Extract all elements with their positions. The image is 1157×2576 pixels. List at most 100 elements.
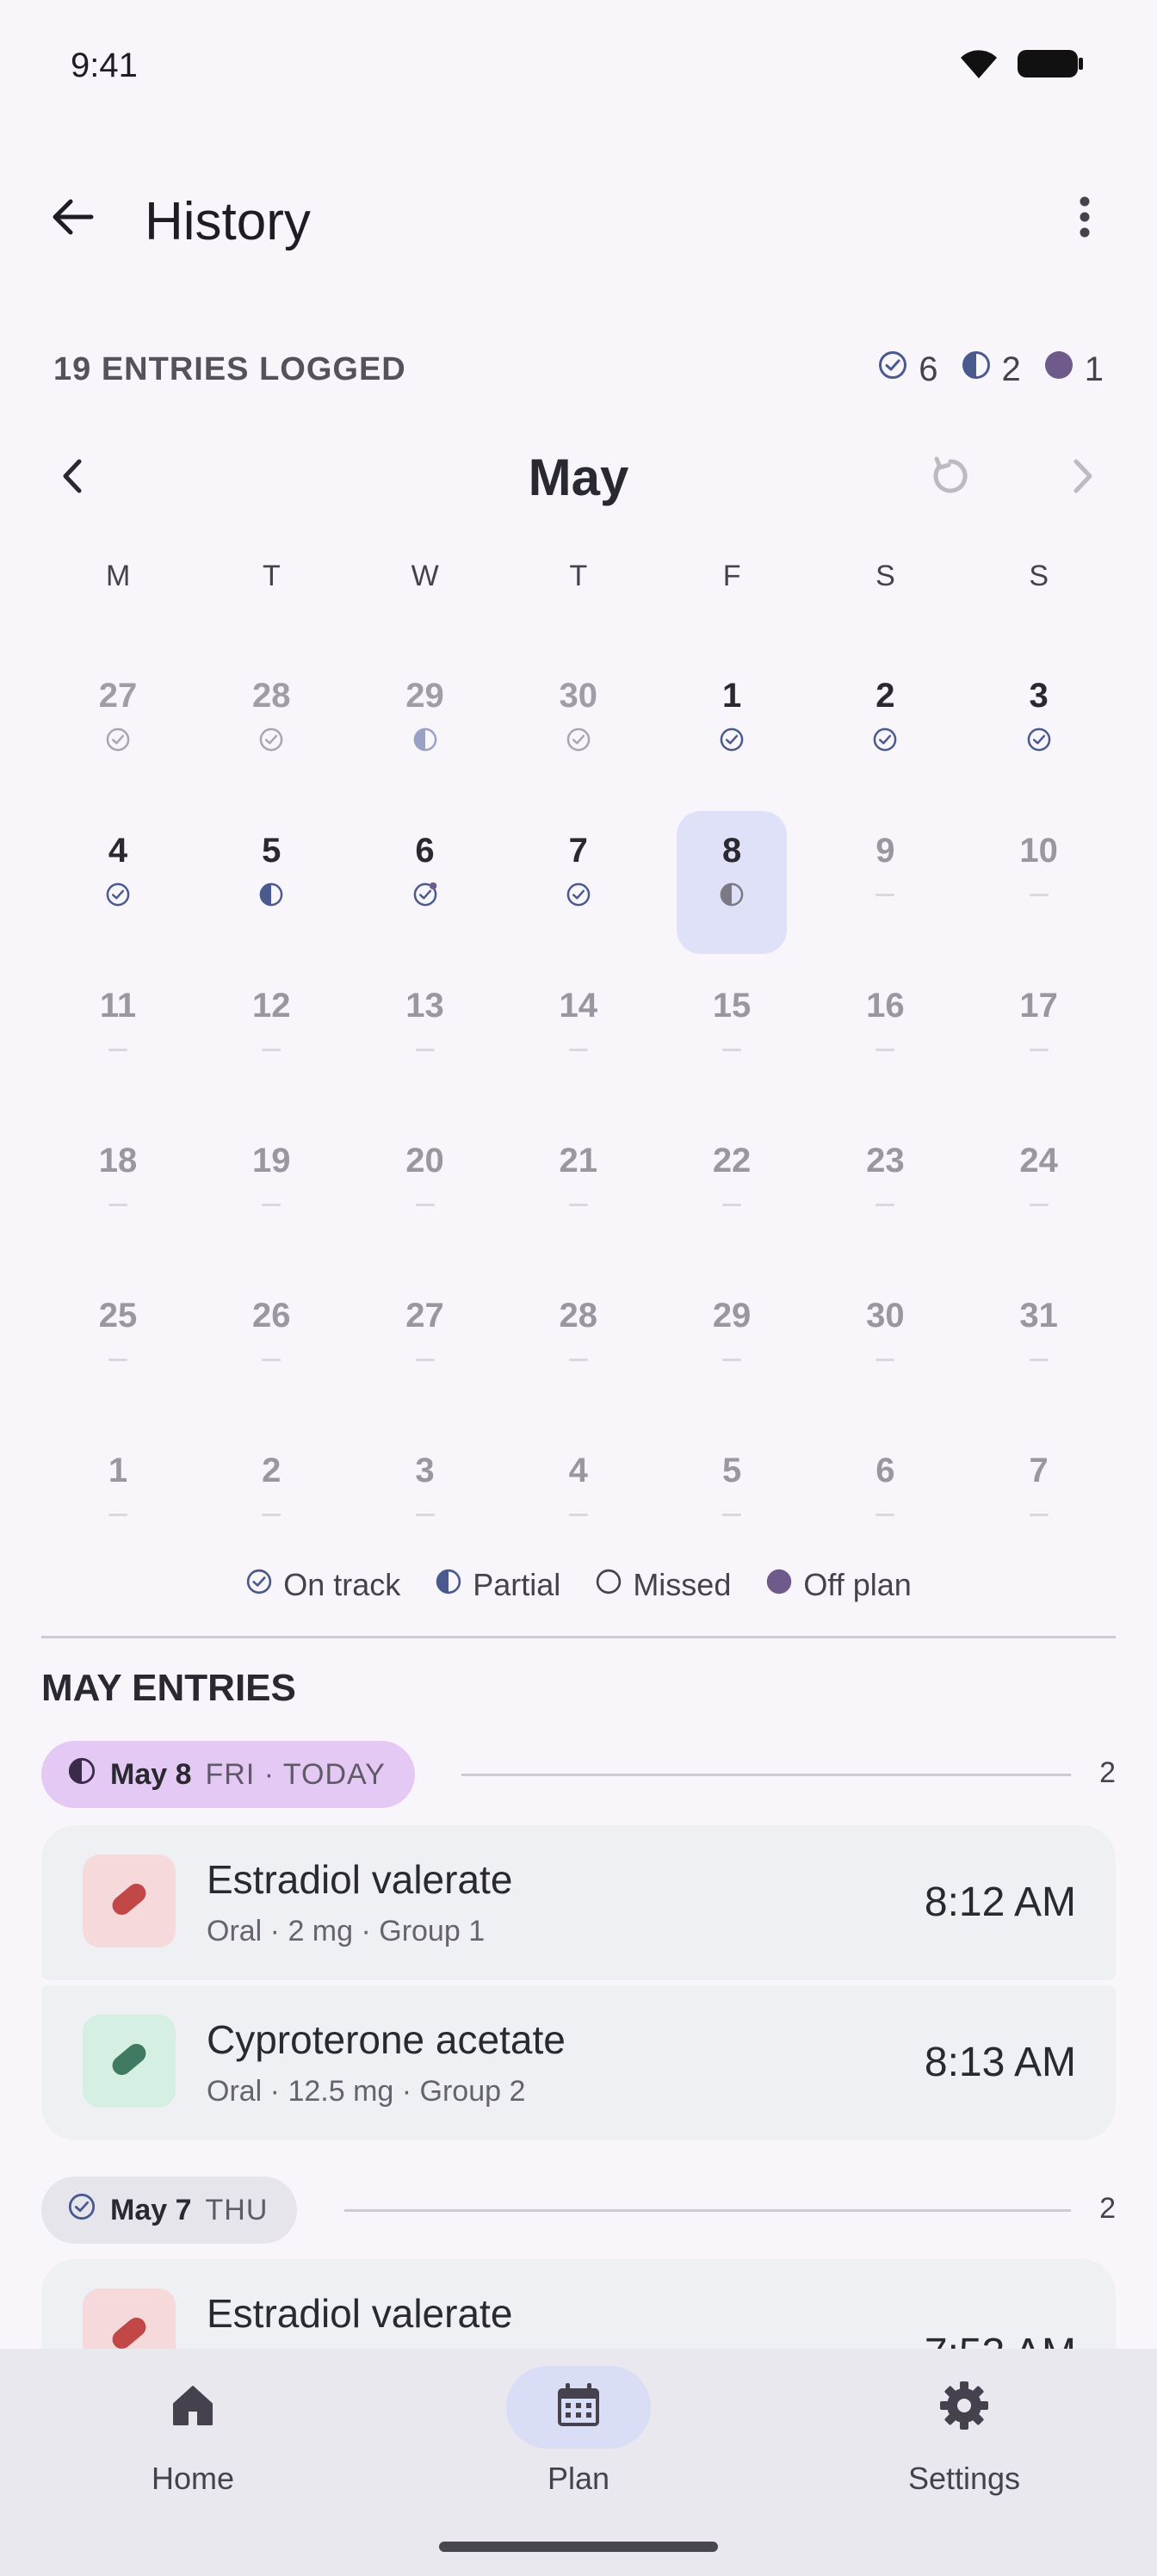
calendar-day[interactable]: 28 [502,1276,655,1431]
no-entry-dash [568,1500,588,1529]
dash [415,1203,435,1206]
calendar-day[interactable]: 7 [502,811,655,966]
no-entry-dash [1029,1345,1049,1374]
filled-circle-icon [1043,350,1074,389]
medication-detail: Oral · 12.5 mg · Group 2 [207,2075,526,2108]
calendar-day[interactable]: 15 [655,966,808,1121]
calendar-day-cell: 5 [677,1431,787,1574]
calendar-day[interactable]: 1 [655,656,808,811]
calendar-day[interactable]: 30 [808,1276,962,1431]
calendar-day[interactable]: 12 [195,966,348,1121]
weekday-label: S [1029,560,1049,592]
day-number: 15 [712,987,752,1025]
calendar-day-today: 8 [677,811,788,954]
calendar-day[interactable]: 27 [41,656,195,811]
calendar-day[interactable]: 13 [349,966,502,1121]
day-number: 20 [405,1142,444,1180]
day-number: 12 [252,987,291,1025]
calendar-day[interactable]: 30 [502,656,655,811]
calendar-day[interactable]: 5 [195,811,348,966]
calendar-day[interactable]: 6 [349,811,502,966]
calendar-day[interactable]: 4 [502,1431,655,1586]
entry-row[interactable]: Cyproterone acetate Oral · 12.5 mg · Gro… [41,1985,1116,2140]
filled-circle-icon [765,1567,793,1603]
dash [415,1358,435,1361]
chip-weekday: FRI · TODAY [205,1757,386,1791]
calendar-day[interactable]: 14 [502,966,655,1121]
nav-plan[interactable]: Plan [386,2349,771,2538]
dash [568,1203,588,1206]
day-number: 5 [721,1452,742,1489]
nav-home[interactable]: Home [0,2349,386,2538]
calendar-day[interactable]: 8 [655,811,808,966]
calendar-day[interactable]: 3 [349,1431,502,1586]
calendar-day[interactable]: 11 [41,966,195,1121]
nav-icon-container [892,2366,1036,2449]
no-entry-dash [108,1035,127,1064]
calendar-day[interactable]: 16 [808,966,962,1121]
dash [722,1203,742,1206]
calendar-day[interactable]: 31 [962,1276,1116,1431]
empty-circle-icon [595,1567,622,1603]
day-number: 11 [99,987,137,1025]
calendar-day[interactable]: 10 [962,811,1116,966]
calendar-day[interactable]: 20 [349,1121,502,1276]
day-number: 26 [252,1297,291,1334]
calendar-day[interactable]: 21 [502,1121,655,1276]
calendar-day[interactable]: 22 [655,1121,808,1276]
calendar-day[interactable]: 6 [808,1431,962,1586]
next-month-button[interactable] [1049,443,1117,512]
calendar-day-cell: 1 [63,1431,173,1574]
calendar-day[interactable]: 27 [349,1276,502,1431]
entry-time: 8:13 AM [924,2040,1076,2085]
calendar-day[interactable]: 5 [655,1431,808,1586]
calendar-day-cell: 19 [216,1121,326,1264]
calendar-day[interactable]: 2 [195,1431,348,1586]
check-circle-icon [258,725,284,754]
calendar-day[interactable]: 9 [808,811,962,966]
entry-count: 2 [1099,1756,1116,1789]
date-chip[interactable]: May 8 FRI · TODAY [41,1741,415,1808]
calendar-day-cell: 3 [984,656,1094,799]
calendar-day[interactable]: 4 [41,811,195,966]
more-options-button[interactable] [1050,184,1119,253]
medication-name: Estradiol valerate [207,1857,513,1902]
calendar-day[interactable]: 24 [962,1121,1116,1276]
calendar-day[interactable]: 3 [962,656,1116,811]
calendar-day[interactable]: 7 [962,1431,1116,1586]
calendar-day[interactable]: 19 [195,1121,348,1276]
nav-settings[interactable]: Settings [771,2349,1157,2538]
calendar-day[interactable]: 17 [962,966,1116,1121]
day-number: 3 [1029,677,1049,715]
pill-icon-tile [83,1855,176,1947]
calendar-day[interactable]: 28 [195,656,348,811]
calendar-day[interactable]: 29 [349,656,502,811]
calendar-day[interactable]: 25 [41,1276,195,1431]
chip-weekday: THU [205,2193,269,2226]
calendar-day-cell: 1 [677,656,787,799]
calendar-day-cell: 11 [63,966,173,1109]
no-entry-dash [1029,1035,1049,1064]
jump-to-today-button[interactable] [916,443,985,512]
calendar-day[interactable]: 29 [655,1276,808,1431]
calendar-day[interactable]: 18 [41,1121,195,1276]
calendar-day-cell: 27 [370,1276,480,1419]
calendar-day[interactable]: 2 [808,656,962,811]
day-number: 7 [568,832,588,870]
day-number: 1 [108,1452,128,1489]
calendar-day[interactable]: 23 [808,1121,962,1276]
month-navigation: May [0,439,1157,517]
calendar-day[interactable]: 26 [195,1276,348,1431]
date-divider-line [344,2209,1071,2212]
date-chip[interactable]: May 7 THU [41,2177,298,2244]
back-button[interactable] [38,184,107,253]
day-number: 8 [721,832,742,870]
entry-row[interactable]: Estradiol valerate Oral · 2 mg · Group 1… [41,1825,1116,1980]
calendar-day-cell: 4 [63,811,173,954]
check-circle-icon [67,2192,96,2229]
entry-time: 8:12 AM [924,1879,1076,1925]
page-title: History [145,192,311,251]
day-number: 21 [559,1142,598,1180]
half-circle-icon [719,880,745,909]
calendar-day[interactable]: 1 [41,1431,195,1586]
